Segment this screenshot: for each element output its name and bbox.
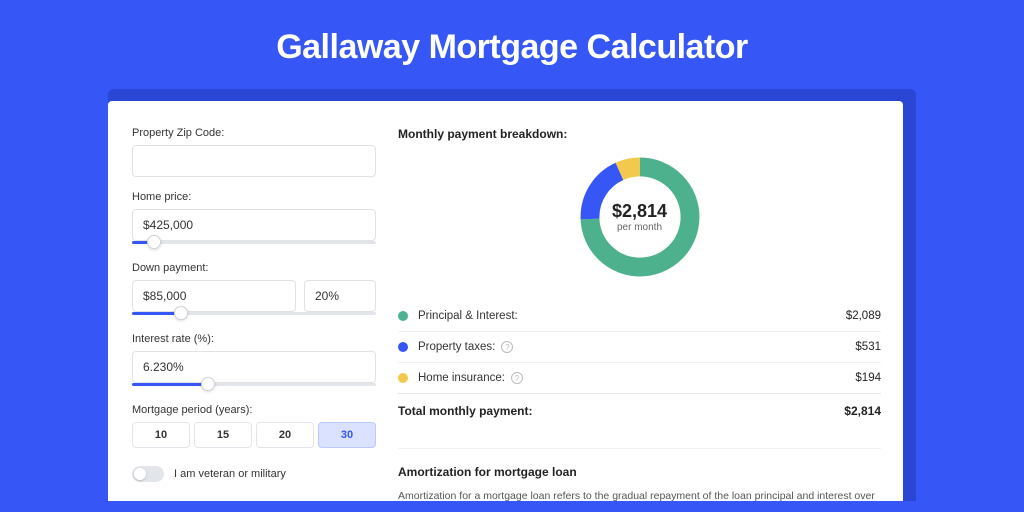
breakdown-value: $531	[855, 341, 881, 353]
veteran-toggle[interactable]	[132, 466, 164, 482]
breakdown-label: Home insurance:	[418, 372, 505, 384]
veteran-row: I am veteran or military	[132, 466, 376, 482]
breakdown-value: $194	[855, 372, 881, 384]
field-price: Home price:	[132, 191, 376, 248]
field-down: Down payment:	[132, 262, 376, 319]
price-input[interactable]	[132, 209, 376, 241]
total-label: Total monthly payment:	[398, 404, 532, 418]
period-btn-30[interactable]: 30	[318, 422, 376, 448]
field-zip: Property Zip Code:	[132, 127, 376, 177]
donut-amount: $2,814	[612, 201, 667, 222]
donut-chart: $2,814 per month	[574, 151, 706, 283]
legend-dot	[398, 373, 408, 383]
zip-input[interactable]	[132, 145, 376, 177]
donut-wrap: $2,814 per month	[398, 151, 881, 283]
toggle-knob	[134, 468, 146, 480]
period-btn-20[interactable]: 20	[256, 422, 314, 448]
info-icon[interactable]: ?	[501, 341, 513, 353]
period-btn-15[interactable]: 15	[194, 422, 252, 448]
info-icon[interactable]: ?	[511, 372, 523, 384]
field-rate: Interest rate (%):	[132, 333, 376, 390]
amortization-section: Amortization for mortgage loan Amortizat…	[398, 448, 881, 501]
amort-text: Amortization for a mortgage loan refers …	[398, 489, 881, 501]
form-panel: Property Zip Code: Home price: Down paym…	[132, 127, 376, 501]
rate-slider[interactable]	[132, 380, 376, 390]
legend-dot	[398, 342, 408, 352]
card-shadow: Property Zip Code: Home price: Down paym…	[108, 89, 916, 501]
breakdown-label: Property taxes:	[418, 341, 495, 353]
price-slider[interactable]	[132, 238, 376, 248]
total-row: Total monthly payment: $2,814	[398, 393, 881, 428]
rate-input[interactable]	[132, 351, 376, 383]
period-row: 10152030	[132, 422, 376, 448]
total-value: $2,814	[844, 404, 881, 418]
breakdown-panel: Monthly payment breakdown: $2,814 per mo…	[376, 127, 881, 501]
down-slider[interactable]	[132, 309, 376, 319]
legend-dot	[398, 311, 408, 321]
price-label: Home price:	[132, 191, 376, 203]
field-period: Mortgage period (years): 10152030	[132, 404, 376, 448]
breakdown-row: Home insurance:? $194	[398, 363, 881, 393]
period-btn-10[interactable]: 10	[132, 422, 190, 448]
breakdown-label: Principal & Interest:	[418, 310, 518, 322]
period-label: Mortgage period (years):	[132, 404, 376, 416]
amort-title: Amortization for mortgage loan	[398, 465, 881, 479]
donut-sub: per month	[617, 222, 662, 233]
zip-label: Property Zip Code:	[132, 127, 376, 139]
breakdown-row: Principal & Interest: $2,089	[398, 301, 881, 332]
down-percent-input[interactable]	[304, 280, 376, 312]
veteran-label: I am veteran or military	[174, 468, 286, 480]
breakdown-row: Property taxes:? $531	[398, 332, 881, 363]
breakdown-title: Monthly payment breakdown:	[398, 127, 881, 141]
calculator-card: Property Zip Code: Home price: Down paym…	[108, 101, 903, 501]
breakdown-list: Principal & Interest: $2,089 Property taxe…	[398, 301, 881, 393]
page-title: Gallaway Mortgage Calculator	[0, 0, 1024, 89]
donut-center: $2,814 per month	[574, 151, 706, 283]
breakdown-value: $2,089	[846, 310, 881, 322]
down-amount-input[interactable]	[132, 280, 296, 312]
rate-label: Interest rate (%):	[132, 333, 376, 345]
down-label: Down payment:	[132, 262, 376, 274]
